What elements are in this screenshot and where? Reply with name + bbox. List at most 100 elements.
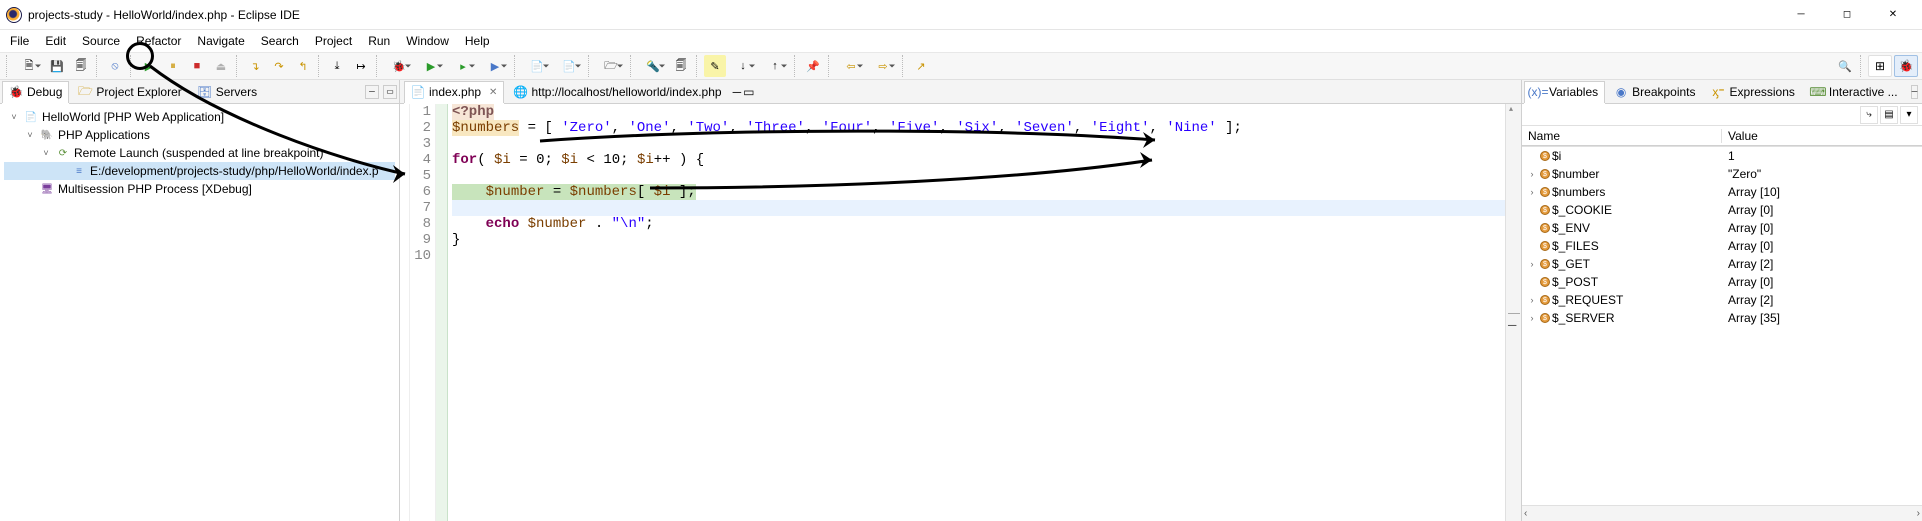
- tab-breakpoints[interactable]: ◉ Breakpoints: [1607, 81, 1702, 103]
- menu-refactor[interactable]: Refactor: [128, 32, 189, 50]
- quick-access-button[interactable]: 🔍: [1834, 55, 1856, 77]
- tab-servers[interactable]: 🗄 Servers: [191, 81, 264, 103]
- debug-perspective-button[interactable]: 🐞: [1894, 55, 1918, 77]
- collapse-all-button[interactable]: ▤: [1880, 106, 1898, 124]
- expander-icon[interactable]: ›: [1526, 258, 1538, 270]
- maximize-button[interactable]: ◻: [1824, 0, 1870, 30]
- menu-help[interactable]: Help: [457, 32, 498, 50]
- scroll-right-icon[interactable]: ›: [1917, 508, 1920, 519]
- expander-icon[interactable]: ›: [1526, 312, 1538, 324]
- step-over-button[interactable]: ↷: [268, 55, 290, 77]
- open-perspective-button[interactable]: ⊞: [1868, 55, 1892, 77]
- coverage-button[interactable]: ▸: [448, 55, 478, 77]
- tab-expressions[interactable]: ᶍ⁼ Expressions: [1705, 81, 1802, 103]
- new-php-button[interactable]: 📄: [522, 55, 552, 77]
- variable-row[interactable]: ›$$_REQUESTArray [2]: [1522, 291, 1922, 309]
- menu-window[interactable]: Window: [398, 32, 457, 50]
- step-return-button[interactable]: ↰: [292, 55, 314, 77]
- show-in-button[interactable]: ↗: [910, 55, 932, 77]
- tab-interactive[interactable]: ⌨ Interactive ...: [1804, 81, 1905, 103]
- minimize-button[interactable]: ─: [1778, 0, 1824, 30]
- new-class-button[interactable]: 📄: [554, 55, 584, 77]
- terminate-button[interactable]: ■: [186, 55, 208, 77]
- tree-row-remote-launch[interactable]: ˅ ⟳ Remote Launch (suspended at line bre…: [4, 144, 395, 162]
- minimize-view-button[interactable]: ─: [365, 85, 379, 99]
- tree-row-stack-frame[interactable]: ≡ E:/development/projects-study/php/Hell…: [4, 162, 395, 180]
- close-button[interactable]: ✕: [1870, 0, 1916, 30]
- close-icon[interactable]: ✕: [489, 87, 497, 98]
- expander-icon[interactable]: ˅: [8, 111, 20, 123]
- editor-tab-browser[interactable]: 🌐 http://localhost/helloworld/index.php: [506, 81, 728, 103]
- variable-row[interactable]: $$_POSTArray [0]: [1522, 273, 1922, 291]
- expander-icon[interactable]: ›: [1526, 294, 1538, 306]
- expander-icon[interactable]: ˅: [24, 129, 36, 141]
- new-button[interactable]: 🗎: [14, 55, 44, 77]
- column-name-header[interactable]: Name: [1522, 129, 1722, 143]
- menu-source[interactable]: Source: [74, 32, 128, 50]
- expander-icon[interactable]: [1526, 150, 1538, 162]
- editor-tab-indexphp[interactable]: 📄 index.php ✕: [404, 81, 504, 103]
- variable-row[interactable]: $$_FILESArray [0]: [1522, 237, 1922, 255]
- search-button[interactable]: 🔦: [638, 55, 668, 77]
- variable-row[interactable]: ›$$_GETArray [2]: [1522, 255, 1922, 273]
- resume-button[interactable]: ▶: [138, 55, 160, 77]
- editor-scrollbar[interactable]: [1505, 104, 1521, 521]
- show-type-names-button[interactable]: ⤷: [1860, 106, 1878, 124]
- skip-breakpoints-button[interactable]: ⦸: [104, 55, 126, 77]
- tab-project-explorer[interactable]: 🗁 Project Explorer: [71, 81, 188, 103]
- drop-to-frame-button[interactable]: ⤓: [326, 55, 348, 77]
- expander-icon[interactable]: [1526, 240, 1538, 252]
- expander-icon[interactable]: ˅: [40, 147, 52, 159]
- variable-row[interactable]: ›$$_SERVERArray [35]: [1522, 309, 1922, 327]
- variables-hscroll[interactable]: ‹ ›: [1522, 505, 1922, 521]
- variable-row[interactable]: ›$$numbersArray [10]: [1522, 183, 1922, 201]
- pin-editor-button[interactable]: 📌: [802, 55, 824, 77]
- expander-icon[interactable]: [1526, 222, 1538, 234]
- expander-icon[interactable]: [1526, 204, 1538, 216]
- back-button[interactable]: ⇦: [836, 55, 866, 77]
- tree-row-multisession[interactable]: 🖥 Multisession PHP Process [XDebug]: [4, 180, 395, 198]
- tree-row-phpapps[interactable]: ˅ 🐘 PHP Applications: [4, 126, 395, 144]
- minimize-editor-button[interactable]: ─: [733, 85, 742, 99]
- prev-annotation-button[interactable]: ↑: [760, 55, 790, 77]
- open-type-button[interactable]: 🗁: [596, 55, 626, 77]
- menu-project[interactable]: Project: [307, 32, 360, 50]
- variable-row[interactable]: ›$$number"Zero": [1522, 165, 1922, 183]
- scroll-left-icon[interactable]: ‹: [1524, 508, 1527, 519]
- menu-navigate[interactable]: Navigate: [189, 32, 252, 50]
- maximize-editor-button[interactable]: ▭: [743, 85, 754, 99]
- step-filters-button[interactable]: ↦: [350, 55, 372, 77]
- variable-row[interactable]: $$i1: [1522, 147, 1922, 165]
- view-menu-button[interactable]: ▾: [1900, 106, 1918, 124]
- expander-icon[interactable]: ›: [1526, 168, 1538, 180]
- minimize-vars-button[interactable]: ─: [1911, 85, 1919, 99]
- tab-debug[interactable]: 🐞 Debug: [2, 81, 69, 103]
- menu-run[interactable]: Run: [360, 32, 398, 50]
- suspend-button[interactable]: ⏸: [162, 55, 184, 77]
- menu-edit[interactable]: Edit: [37, 32, 74, 50]
- disconnect-button[interactable]: ⏏: [210, 55, 232, 77]
- toggle-mark-button[interactable]: ✎: [704, 55, 726, 77]
- run-last-button[interactable]: ▶: [480, 55, 510, 77]
- fold-column[interactable]: [400, 104, 410, 521]
- menu-search[interactable]: Search: [253, 32, 307, 50]
- column-value-header[interactable]: Value: [1722, 129, 1922, 143]
- open-task-button[interactable]: 🗐: [670, 55, 692, 77]
- expander-icon[interactable]: ›: [1526, 186, 1538, 198]
- debug-button[interactable]: 🐞: [384, 55, 414, 77]
- variable-row[interactable]: $$_COOKIEArray [0]: [1522, 201, 1922, 219]
- tab-variables[interactable]: (x)= Variables: [1524, 81, 1605, 103]
- save-all-button[interactable]: 🗐: [70, 55, 92, 77]
- step-into-button[interactable]: ↴: [244, 55, 266, 77]
- forward-button[interactable]: ⇨: [868, 55, 898, 77]
- next-annotation-button[interactable]: ↓: [728, 55, 758, 77]
- maximize-view-button[interactable]: ▭: [383, 85, 397, 99]
- run-button[interactable]: ▶: [416, 55, 446, 77]
- expander-icon[interactable]: [1526, 276, 1538, 288]
- code-area[interactable]: <?php $numbers = [ 'Zero', 'One', 'Two',…: [448, 104, 1505, 521]
- variable-row[interactable]: $$_ENVArray [0]: [1522, 219, 1922, 237]
- menu-file[interactable]: File: [2, 32, 37, 50]
- save-button[interactable]: 💾: [46, 55, 68, 77]
- tree-row-app[interactable]: ˅ 📄 HelloWorld [PHP Web Application]: [4, 108, 395, 126]
- code-editor[interactable]: 1 2 3 4 5 6 7 8 9 10 <?php $numbers = [ …: [400, 104, 1521, 521]
